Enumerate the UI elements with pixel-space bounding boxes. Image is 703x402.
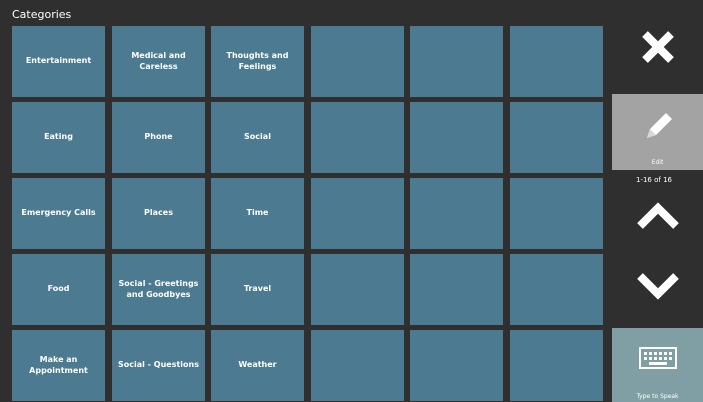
category-tile[interactable]: Places: [112, 178, 205, 249]
empty-tile: [410, 102, 503, 173]
chevron-down-icon: [636, 273, 679, 300]
page-counter: 1-16 of 16: [636, 176, 672, 184]
keyboard-icon: [638, 347, 677, 369]
page-title: Categories: [12, 8, 72, 21]
category-tile[interactable]: Medical and Careless: [112, 26, 205, 97]
type-to-speak-label: Type to Speak: [636, 393, 679, 400]
pencil-icon: [646, 113, 672, 138]
header-bar: Categories: [0, 0, 703, 24]
empty-tile: [510, 254, 603, 325]
category-tile[interactable]: Thoughts and Feelings: [211, 26, 304, 97]
empty-tile: [311, 254, 404, 325]
close-button[interactable]: [612, 14, 703, 80]
empty-tile: [410, 254, 503, 325]
empty-tile: [510, 26, 603, 97]
category-tile[interactable]: Time: [211, 178, 304, 249]
sidebar: Edit 1-16 of 16 Type to Speak: [612, 0, 703, 402]
chevron-up-icon: [636, 202, 679, 229]
edit-label: Edit: [651, 159, 664, 166]
category-grid: Entertainment Medical and Careless Thought…: [12, 26, 605, 402]
edit-button[interactable]: Edit: [612, 94, 703, 170]
category-tile[interactable]: Phone: [112, 102, 205, 173]
category-tile[interactable]: Eating: [12, 102, 105, 173]
category-tile[interactable]: Social - Questions: [112, 330, 205, 401]
empty-tile: [410, 330, 503, 401]
empty-tile: [311, 102, 404, 173]
type-to-speak-button[interactable]: Type to Speak: [612, 328, 703, 402]
empty-tile: [311, 26, 404, 97]
category-tile[interactable]: Emergency Calls: [12, 178, 105, 249]
empty-tile: [311, 178, 404, 249]
page-down-button[interactable]: [612, 258, 703, 314]
category-tile[interactable]: Entertainment: [12, 26, 105, 97]
category-tile[interactable]: Social: [211, 102, 304, 173]
category-tile[interactable]: Food: [12, 254, 105, 325]
close-icon: [641, 31, 674, 63]
empty-tile: [410, 26, 503, 97]
page-up-button[interactable]: [612, 188, 703, 244]
category-tile[interactable]: Weather: [211, 330, 304, 401]
empty-tile: [410, 178, 503, 249]
empty-tile: [311, 330, 404, 401]
empty-tile: [510, 178, 603, 249]
category-tile[interactable]: Travel: [211, 254, 304, 325]
category-tile[interactable]: Make an Appointment: [12, 330, 105, 401]
empty-tile: [510, 102, 603, 173]
category-tile[interactable]: Social - Greetings and Goodbyes: [112, 254, 205, 325]
empty-tile: [510, 330, 603, 401]
